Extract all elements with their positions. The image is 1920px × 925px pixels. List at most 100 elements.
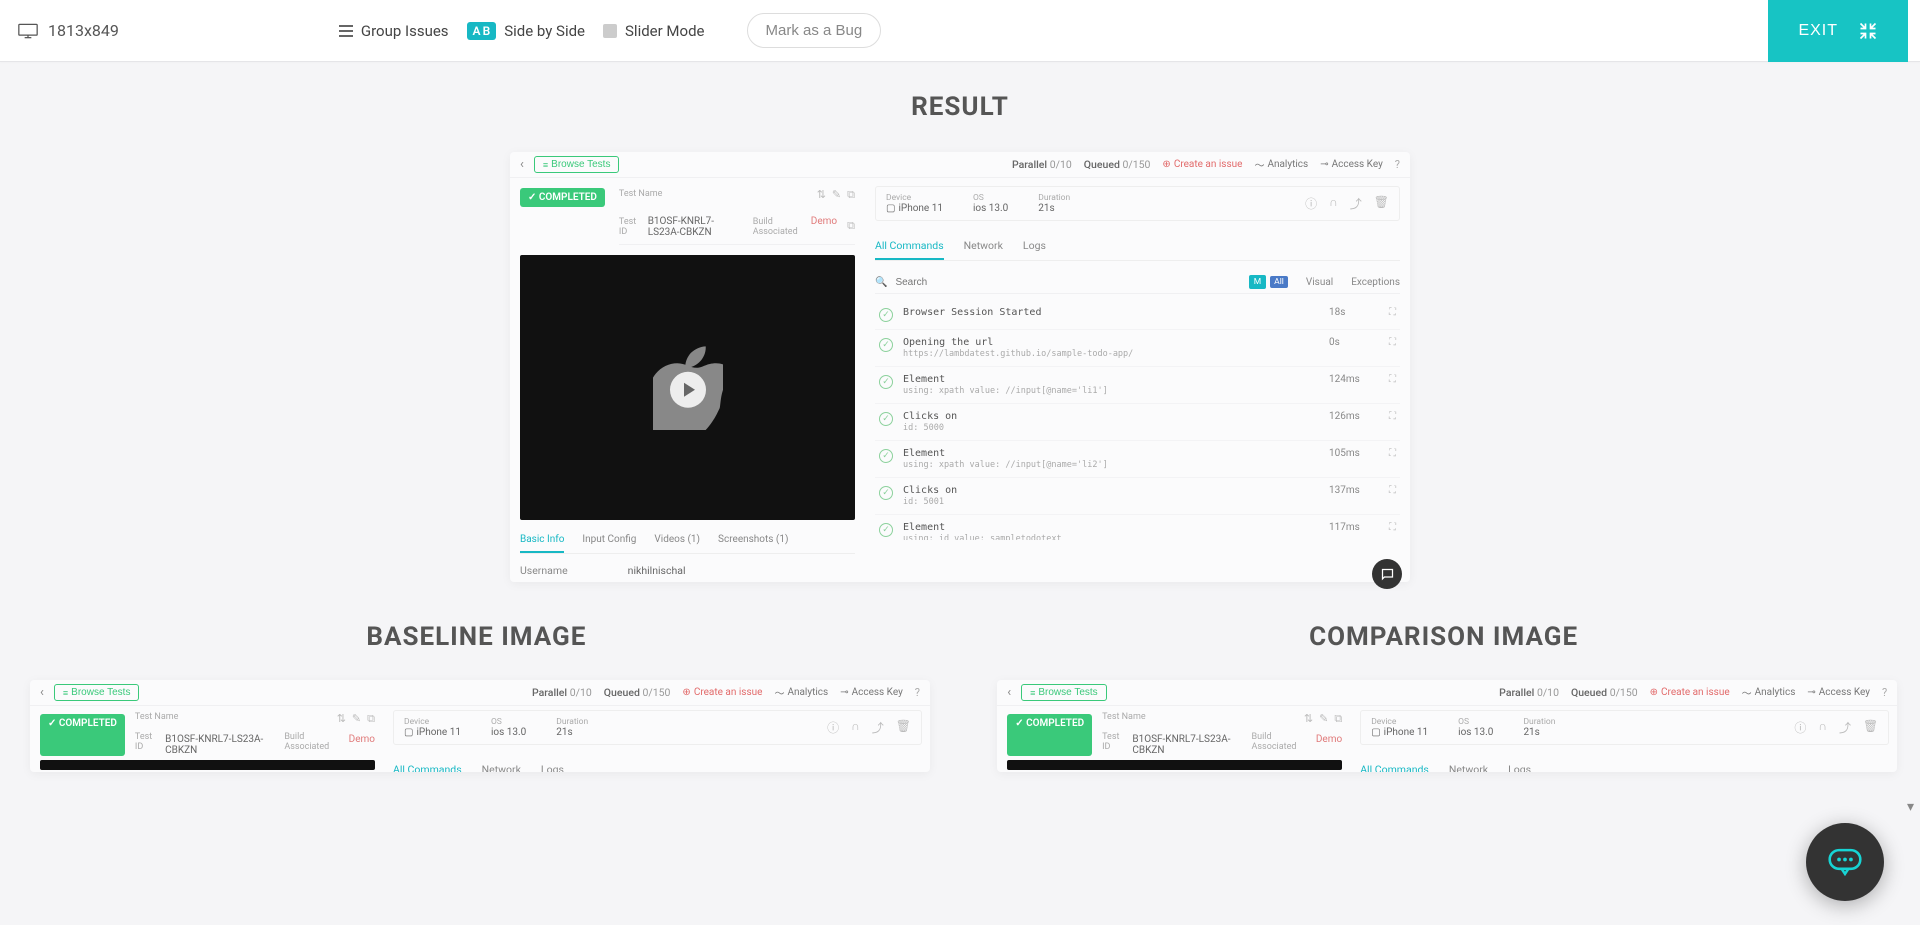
help-icon[interactable]: ? [915, 686, 920, 699]
chip-m[interactable]: M [1249, 275, 1266, 289]
test-id-value: B1OSF-KNRL7-LS23A-CBKZN [648, 216, 745, 238]
analytics-link[interactable]: 〜 Analytics [774, 685, 828, 700]
header-right: Parallel 0/10 Queued 0/150 ⊕ Create an i… [1012, 157, 1400, 172]
collapse-icon [1858, 21, 1878, 41]
command-row[interactable]: Elementusing: xpath value: //input[@name… [875, 441, 1400, 478]
right-column: Device ▢ iPhone 11 OS ios 13.0 Duration … [865, 178, 1410, 597]
filter-chips: M All Visual Exceptions [1249, 275, 1400, 289]
card-body: ✓ COMPLETED Test Name ⇅ ✎ ⧉ [510, 178, 1410, 597]
access-key-link[interactable]: ⊸ Access Key [1807, 687, 1870, 698]
video-player[interactable] [520, 255, 855, 520]
toolbar-center: Group Issues A B Side by Side Slider Mod… [339, 13, 881, 48]
chat-icon [1828, 848, 1862, 876]
result-title: RESULT [0, 92, 1920, 122]
topbar: 1813x849 Group Issues A B Side by Side S… [0, 0, 1920, 62]
browse-tests-button[interactable]: ≡Browse Tests [1021, 684, 1107, 701]
command-row[interactable]: Clicks onid: 5001 137ms ⛶ [875, 478, 1400, 515]
bookmark-icon[interactable]: ∩ [1329, 195, 1338, 212]
copy-icon[interactable]: ⧉ [847, 188, 855, 202]
side-by-side-button[interactable]: A B Side by Side [467, 22, 585, 40]
access-key-link[interactable]: ⊸ Access Key [840, 687, 903, 698]
command-list: Browser Session Started 18s ⛶ Opening th… [875, 300, 1400, 540]
exit-button[interactable]: EXIT [1768, 0, 1908, 62]
analytics-link[interactable]: 〜 Analytics [1742, 685, 1796, 700]
command-row[interactable]: Elementusing: xpath value: //input[@name… [875, 367, 1400, 404]
test-name-label: Test Name [619, 189, 807, 199]
tab-basic-info[interactable]: Basic Info [520, 528, 564, 553]
slider-mode-label: Slider Mode [625, 22, 704, 40]
filter-icon[interactable]: ⇅ [817, 188, 826, 202]
back-chevron-icon[interactable]: ‹ [40, 685, 44, 700]
delete-icon[interactable]: 🗑 [1374, 195, 1389, 212]
group-issues-label: Group Issues [361, 22, 449, 40]
browse-tests-button[interactable]: ≡ Browse Tests [534, 156, 620, 173]
queued-stat: Queued 0/150 [1084, 158, 1151, 171]
device-value: ▢ iPhone 11 [886, 203, 943, 214]
video-thumb[interactable] [1007, 760, 1342, 770]
left-column: ✓ COMPLETED Test Name ⇅ ✎ ⧉ [510, 178, 865, 597]
card-chat-button[interactable] [1372, 559, 1402, 589]
access-key-link[interactable]: ⊸ Access Key [1320, 159, 1383, 170]
info-icon[interactable]: ⓘ [1305, 195, 1317, 212]
expand-icon[interactable]: ⛶ [1389, 374, 1396, 385]
back-chevron-icon[interactable]: ‹ [1007, 685, 1011, 700]
expand-icon[interactable]: ⛶ [1389, 337, 1396, 348]
scroll-down-icon[interactable]: ▾ [1907, 799, 1914, 815]
filter-exceptions[interactable]: Exceptions [1351, 277, 1400, 288]
play-icon[interactable] [670, 371, 706, 407]
build-label: Build Associated [753, 217, 803, 237]
tab-input-config[interactable]: Input Config [582, 528, 636, 553]
expand-icon[interactable]: ⛶ [1389, 307, 1396, 318]
comparison-title: COMPARISON IMAGE [997, 622, 1890, 652]
card-header: ‹ ≡ Browse Tests Parallel 0/10 Queued 0/… [510, 152, 1410, 178]
filter-visual[interactable]: Visual [1306, 277, 1333, 288]
expand-icon[interactable]: ⛶ [1389, 485, 1396, 496]
command-row[interactable]: Elementusing: id value: sampletodotext 1… [875, 515, 1400, 540]
tab-logs[interactable]: Logs [1023, 233, 1046, 260]
expand-icon[interactable]: ⛶ [1389, 522, 1396, 533]
back-chevron-icon[interactable]: ‹ [520, 157, 524, 172]
check-icon [879, 412, 893, 426]
create-issue-link[interactable]: ⊕ Create an issue [1162, 159, 1242, 170]
check-icon [879, 375, 893, 389]
os-label: OS [973, 193, 1008, 203]
expand-icon[interactable]: ⛶ [1389, 411, 1396, 422]
share-icon[interactable]: ⤴ [1350, 195, 1362, 212]
create-issue-link[interactable]: ⊕ Create an issue [1650, 687, 1730, 698]
group-issues-button[interactable]: Group Issues [339, 22, 449, 40]
chip-all[interactable]: All [1270, 276, 1288, 288]
tab-videos[interactable]: Videos (1) [654, 528, 700, 553]
tab-screenshots[interactable]: Screenshots (1) [718, 528, 788, 553]
help-icon[interactable]: ? [1395, 158, 1400, 171]
command-search-input[interactable] [895, 277, 1240, 288]
help-icon[interactable]: ? [1882, 686, 1887, 699]
list-icon [339, 24, 353, 38]
command-row[interactable]: Clicks onid: 5000 126ms ⛶ [875, 404, 1400, 441]
command-row[interactable]: Browser Session Started 18s ⛶ [875, 300, 1400, 330]
check-icon [879, 308, 893, 322]
slider-mode-button[interactable]: Slider Mode [603, 22, 704, 40]
video-thumb[interactable] [40, 760, 375, 770]
analytics-link[interactable]: 〜 Analytics [1254, 157, 1308, 172]
check-icon [879, 523, 893, 537]
copy-icon-2[interactable]: ⧉ [847, 219, 855, 233]
create-issue-link[interactable]: ⊕ Create an issue [682, 687, 762, 698]
tab-network[interactable]: Network [964, 233, 1003, 260]
command-tabs: All Commands Network Logs [875, 233, 1400, 261]
resolution-text: 1813x849 [48, 21, 119, 40]
edit-icon[interactable]: ✎ [832, 188, 841, 202]
expand-icon[interactable]: ⛶ [1389, 448, 1396, 459]
duration-label: Duration [1038, 193, 1070, 203]
baseline-title: BASELINE IMAGE [30, 622, 923, 652]
tab-all-commands[interactable]: All Commands [875, 233, 944, 260]
build-link[interactable]: Demo [811, 216, 837, 227]
completed-badge: ✓ COMPLETED [520, 188, 605, 207]
check-icon [879, 486, 893, 500]
floating-chat-button[interactable] [1806, 823, 1884, 901]
command-row[interactable]: Opening the urlhttps://lambdatest.github… [875, 330, 1400, 367]
meta-icons-1: ⇅ ✎ ⧉ [817, 188, 855, 202]
parallel-stat: Parallel 0/10 [1012, 158, 1072, 171]
mark-as-bug-button[interactable]: Mark as a Bug [747, 13, 882, 48]
comparison-column: COMPARISON IMAGE ‹ ≡Browse Tests Paralle… [997, 622, 1890, 772]
browse-tests-button[interactable]: ≡Browse Tests [54, 684, 140, 701]
